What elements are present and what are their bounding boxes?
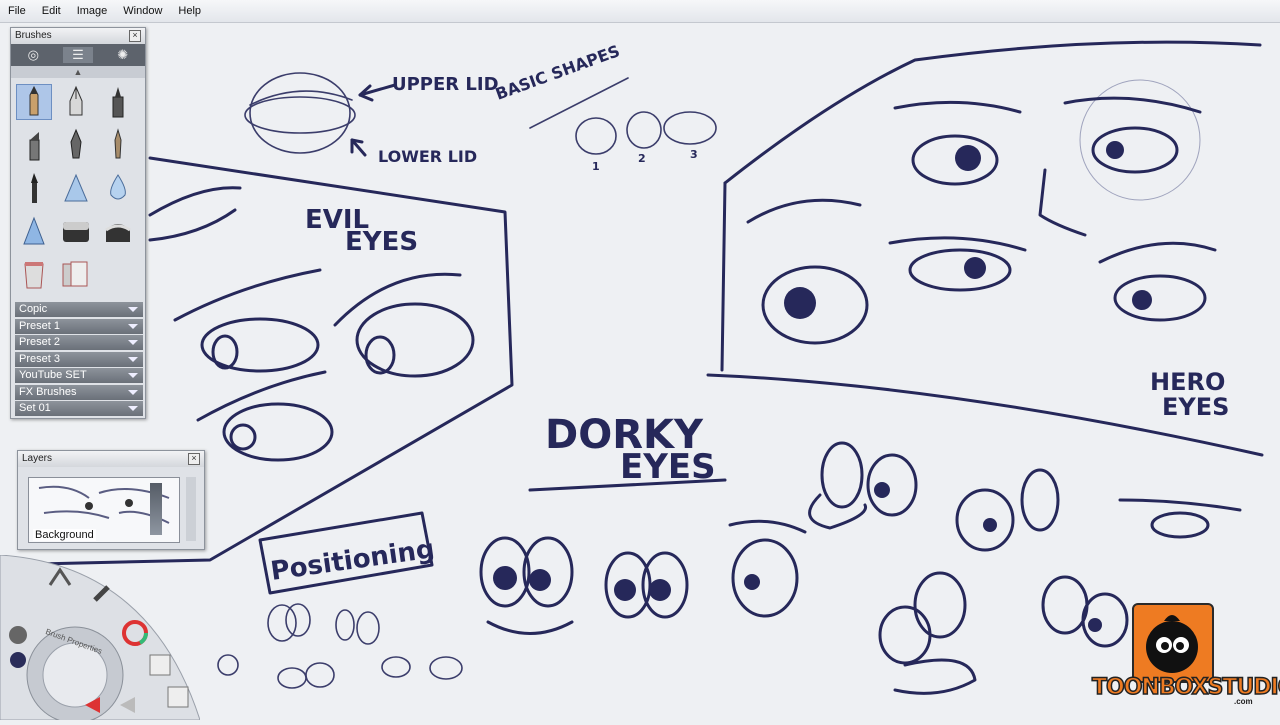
- hero-frame-left: [720, 181, 727, 372]
- collapse-arrow-icon[interactable]: ▲: [11, 66, 145, 78]
- copy-layers-icon: [62, 261, 88, 287]
- chevron-down-icon: [128, 340, 138, 345]
- layers-panel: Layers × Background: [17, 450, 205, 550]
- ink-pen-tool[interactable]: [58, 84, 94, 120]
- brushes-panel-title: Brushes: [15, 30, 52, 41]
- layers-panel-title: Layers: [22, 453, 53, 464]
- airbrush-tool[interactable]: [58, 170, 94, 206]
- ink-pen-icon: [69, 85, 83, 116]
- lid-diagram: [244, 72, 397, 157]
- chevron-down-icon: [128, 373, 138, 378]
- airbrush-icon: [64, 173, 88, 202]
- menu-edit[interactable]: Edit: [34, 5, 69, 17]
- fountain-pen-icon: [70, 128, 82, 159]
- layer-name: Background: [33, 529, 96, 541]
- preset-fx-brushes[interactable]: FX Brushes: [15, 384, 143, 400]
- shape-number-2: 2: [638, 152, 646, 165]
- shape-number-3: 3: [690, 148, 698, 161]
- paint-brush-icon: [31, 173, 38, 203]
- toonbox-logo: TOONBOXSTUDIO .com: [1091, 603, 1280, 708]
- smudge-tool[interactable]: [100, 213, 136, 249]
- chisel-marker-icon: [29, 132, 40, 161]
- brush-tab-brush-icon[interactable]: ◎: [18, 47, 48, 63]
- layer-opacity-bar[interactable]: [150, 483, 162, 535]
- brushes-panel: Brushes × ◎ ☰ ✺ ▲ Copic Preset 1 Preset …: [10, 27, 146, 419]
- close-icon[interactable]: ×: [129, 30, 141, 42]
- menu-image[interactable]: Image: [69, 5, 116, 17]
- chevron-down-icon: [128, 406, 138, 411]
- brush-tabs: ◎ ☰ ✺: [11, 44, 145, 66]
- mascot-face-icon: [1146, 615, 1198, 673]
- preset-3[interactable]: Preset 3: [15, 351, 143, 367]
- chevron-down-icon: [128, 307, 138, 312]
- preset-youtube-set[interactable]: YouTube SET: [15, 368, 143, 383]
- gradient-tool[interactable]: [58, 213, 94, 249]
- logo-suffix: .com: [1234, 697, 1253, 706]
- cone-tool[interactable]: [16, 213, 52, 249]
- marker-icon: [112, 87, 124, 118]
- preset-label: Preset 2: [19, 336, 60, 348]
- pencil-tool[interactable]: [16, 84, 52, 120]
- layers-scrollbar[interactable]: [186, 477, 196, 541]
- lagoon-toolwheel: Brush Properties: [0, 554, 201, 724]
- menu-file[interactable]: File: [0, 5, 34, 17]
- chevron-down-icon: [128, 356, 138, 362]
- preset-label: Set 01: [19, 402, 51, 414]
- marker-tool[interactable]: [100, 84, 136, 120]
- preset-label: Copic: [19, 303, 48, 315]
- menu-window[interactable]: Window: [115, 5, 170, 17]
- brushes-panel-header: Brushes ×: [11, 28, 145, 44]
- chevron-down-icon: [128, 323, 138, 329]
- fine-brush-icon: [114, 128, 122, 159]
- smudge-icon: [105, 224, 131, 242]
- preset-label: Preset 1: [19, 319, 60, 332]
- chevron-down-icon: [128, 389, 138, 395]
- bucket-icon: [24, 262, 44, 289]
- menu-bar: File Edit Image Window Help: [0, 0, 1280, 23]
- hero-label-2: EYES: [1162, 393, 1229, 421]
- brush-tab-sliders-icon[interactable]: ☰: [62, 47, 93, 63]
- logo-mascot-icon: [1132, 603, 1214, 683]
- evil-label-2: EYES: [345, 227, 418, 257]
- bucket-tool[interactable]: [16, 256, 52, 292]
- gradient-icon: [63, 222, 89, 242]
- preset-set-01[interactable]: Set 01: [15, 401, 143, 416]
- brush-preset-list: Copic Preset 1 Preset 2 Preset 3 YouTube…: [15, 302, 143, 418]
- cone-icon: [23, 216, 45, 245]
- brush-tab-texture-icon[interactable]: ✺: [108, 47, 138, 63]
- hero-frame-top: [723, 40, 1262, 185]
- close-icon[interactable]: ×: [188, 453, 200, 465]
- preset-label: FX Brushes: [19, 385, 77, 398]
- menu-help[interactable]: Help: [170, 5, 209, 17]
- preset-copic[interactable]: Copic: [15, 302, 143, 317]
- hero-eye-sketches: [746, 79, 1217, 345]
- layers-panel-header: Layers ×: [18, 451, 204, 467]
- preset-2[interactable]: Preset 2: [15, 335, 143, 350]
- fine-brush-tool[interactable]: [100, 127, 136, 163]
- hero-label-1: HERO: [1150, 368, 1225, 396]
- lagoon-graphic: [0, 554, 201, 724]
- water-drop-icon: [110, 174, 126, 200]
- brush-tool-grid: [11, 78, 145, 297]
- preset-1[interactable]: Preset 1: [15, 318, 143, 334]
- basic-shapes-label: BASIC SHAPES: [493, 41, 622, 104]
- upper-lid-label: UPPER LID: [392, 74, 499, 95]
- preset-label: Preset 3: [19, 352, 60, 365]
- lower-lid-label: LOWER LID: [378, 147, 477, 166]
- positioning-sketches: [217, 603, 463, 689]
- pencil-icon: [29, 85, 39, 116]
- paint-brush-tool[interactable]: [16, 170, 52, 206]
- water-drop-tool[interactable]: [100, 170, 136, 206]
- copy-layers-tool[interactable]: [58, 256, 94, 292]
- chisel-marker-tool[interactable]: [16, 127, 52, 163]
- fountain-pen-tool[interactable]: [58, 127, 94, 163]
- shape-number-1: 1: [592, 160, 600, 173]
- preset-label: YouTube SET: [19, 369, 87, 381]
